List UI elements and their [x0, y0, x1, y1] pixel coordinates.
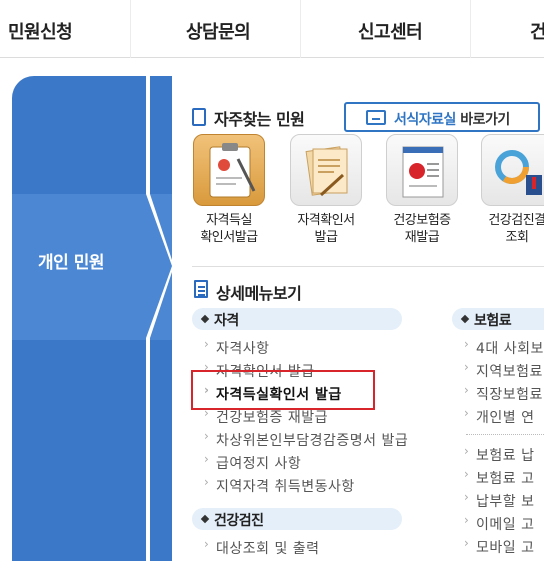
menu-item-eligibility-status[interactable]: 자격사항 — [204, 337, 270, 358]
quick-item-caption: 자격확인서 발급 — [297, 213, 355, 245]
document-icon — [194, 280, 208, 298]
nav-divider — [300, 0, 301, 58]
insurance-card-icon — [386, 134, 458, 206]
quick-item-caption: 건강검진결 조회 — [488, 213, 544, 245]
nav-item-consultation[interactable]: 상담문의 — [186, 18, 251, 44]
menu-item-premium-4[interactable]: 개인별 연 — [464, 406, 534, 427]
top-navigation: 민원신청 상담문의 신고센터 건 — [0, 0, 544, 58]
menu-divider — [466, 434, 544, 435]
panel-arrow-shape — [146, 76, 174, 561]
quick-item-eligibility-history[interactable]: 자격득실 확인서발급 — [184, 134, 274, 246]
quick-item-insurance-card-reissue[interactable]: 건강보험증 재발급 — [377, 134, 467, 246]
category-label-personal[interactable]: 개인 민원 — [38, 248, 104, 273]
nav-item-next[interactable]: 건 — [530, 18, 544, 44]
menu-item-insurance-card-reissue[interactable]: 건강보험증 재발급 — [204, 406, 328, 427]
menu-item-copay-reduction-certificate[interactable]: 차상위본인부담경감증명서 발급 — [204, 429, 408, 450]
highlight-box — [191, 370, 375, 410]
clipboard-icon — [193, 134, 265, 206]
document-stack-icon — [290, 134, 362, 206]
menu-group-premiums[interactable]: 보험료 — [452, 308, 544, 330]
menu-item-premium-7[interactable]: 납부할 보 — [464, 490, 534, 511]
quick-item-health-checkup-results[interactable]: 건강검진결 조회 — [472, 134, 544, 246]
menu-item-regional-eligibility-changes[interactable]: 지역자격 취득변동사항 — [204, 475, 355, 496]
section-divider — [192, 266, 544, 267]
folder-icon — [366, 110, 386, 125]
nav-item-civil-application[interactable]: 민원신청 — [8, 18, 73, 44]
diamond-bullet-icon — [200, 314, 210, 324]
menu-group-title: 자격 — [214, 313, 239, 329]
bookmark-icon — [192, 108, 206, 126]
menu-item-premium-3[interactable]: 직장보험료 — [464, 383, 543, 404]
quick-item-caption: 자격득실 확인서발급 — [200, 213, 258, 245]
menu-item-premium-1[interactable]: 4대 사회보 — [464, 337, 544, 358]
health-checkup-icon — [481, 134, 544, 206]
menu-item-benefit-suspension[interactable]: 급여정지 사항 — [204, 452, 301, 473]
menu-item-premium-8[interactable]: 이메일 고 — [464, 513, 534, 534]
diamond-bullet-icon — [460, 314, 470, 324]
detail-menu-title: 상세메뉴보기 — [216, 284, 302, 303]
nav-divider — [470, 0, 471, 58]
quick-item-caption: 건강보험증 재발급 — [393, 213, 451, 245]
nav-item-report-center[interactable]: 신고센터 — [358, 18, 423, 44]
menu-item-premium-2[interactable]: 지역보험료 — [464, 360, 543, 381]
menu-item-premium-5[interactable]: 보험료 납 — [464, 444, 534, 465]
menu-item-premium-6[interactable]: 보험료 고 — [464, 467, 534, 488]
favorites-title: 자주찾는 민원 — [214, 110, 305, 129]
nav-divider — [130, 0, 131, 58]
diamond-bullet-icon — [200, 514, 210, 524]
menu-group-health-checkup[interactable]: 건강검진 — [192, 508, 402, 530]
menu-group-eligibility[interactable]: 자격 — [192, 308, 402, 330]
quick-item-eligibility-certificate[interactable]: 자격확인서 발급 — [281, 134, 371, 246]
menu-group-title: 건강검진 — [214, 513, 264, 529]
menu-item-premium-9[interactable]: 모바일 고 — [464, 536, 534, 557]
forms-library-label: 서식자료실 바로가기 — [394, 112, 510, 128]
menu-item-target-lookup-print[interactable]: 대상조회 및 출력 — [204, 537, 320, 558]
menu-group-title: 보험료 — [474, 313, 512, 329]
forms-library-button[interactable]: 서식자료실 바로가기 — [344, 102, 540, 132]
